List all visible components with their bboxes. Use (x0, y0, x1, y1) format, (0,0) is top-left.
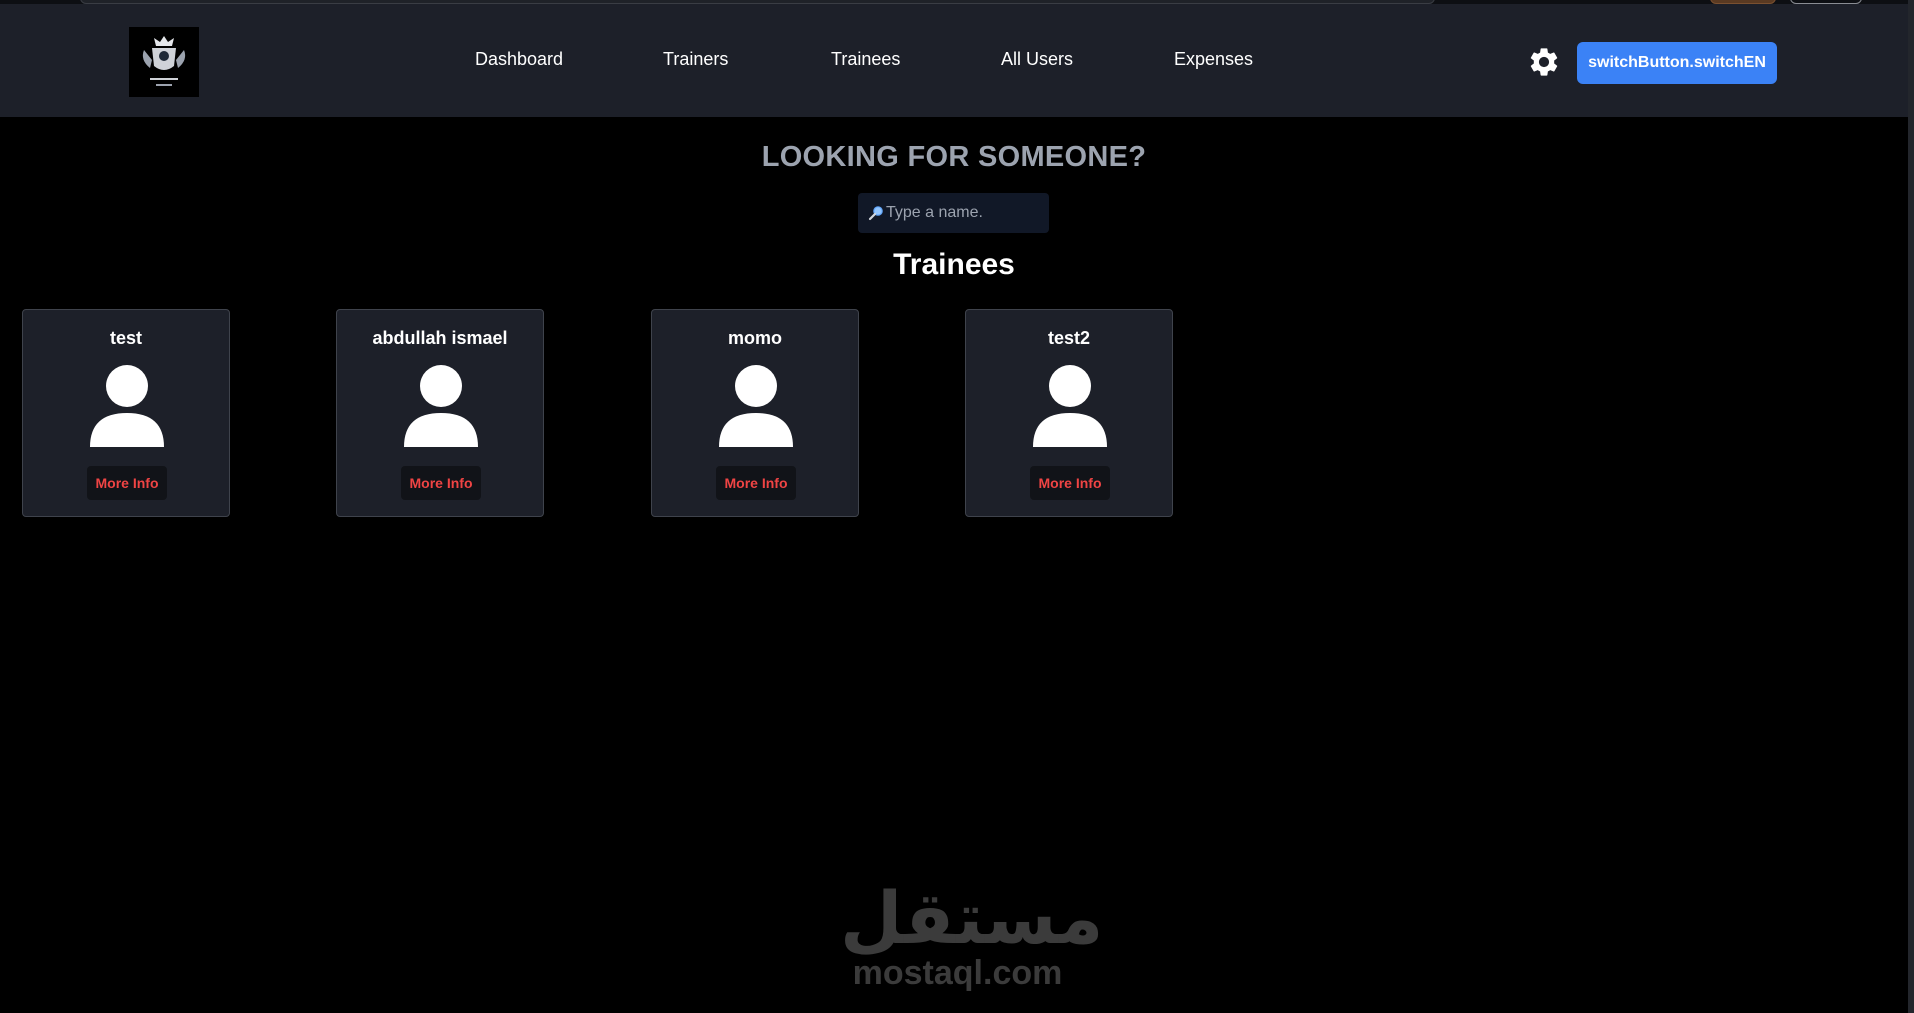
section-title: Trainees (893, 248, 1015, 281)
nav-link-dashboard[interactable]: Dashboard (475, 49, 563, 70)
search-box[interactable] (858, 193, 1049, 233)
logo-emblem-icon (142, 36, 186, 86)
more-info-button[interactable]: More Info (401, 466, 481, 500)
more-info-button[interactable]: More Info (1030, 466, 1110, 500)
trainee-name: momo (728, 328, 782, 348)
nav-link-trainers[interactable]: Trainers (663, 49, 728, 70)
nav-link-trainees[interactable]: Trainees (831, 49, 900, 70)
search-input[interactable] (886, 204, 1036, 222)
watermark-arabic-text: مستقل (840, 876, 1104, 960)
watermark-latin-text: mostaql.com (852, 954, 1063, 992)
trainee-card: abdullah ismael More Info (336, 309, 544, 517)
user-avatar-icon (719, 365, 793, 447)
more-info-button[interactable]: More Info (716, 466, 796, 500)
trainee-card: test More Info (22, 309, 230, 517)
nav-link-all-users[interactable]: All Users (1001, 49, 1073, 70)
nav-link-expenses[interactable]: Expenses (1174, 49, 1253, 70)
gear-icon[interactable] (1527, 45, 1561, 79)
trainee-name: test (109, 328, 142, 348)
magnifier-icon (868, 206, 883, 221)
window-right-edge (1908, 0, 1914, 1013)
top-navbar: Dashboard Trainers Trainees All Users Ex… (0, 4, 1908, 117)
mostaql-watermark: مستقل mostaql.com (840, 876, 1104, 996)
trainee-card: test2 More Info (965, 309, 1173, 517)
user-avatar-icon (90, 365, 164, 447)
user-avatar-icon (1033, 365, 1107, 447)
language-switch-button[interactable]: switchButton.switchEN (1577, 42, 1777, 84)
more-info-button[interactable]: More Info (87, 466, 167, 500)
search-heading: LOOKING FOR SOMEONE? (761, 141, 1147, 173)
user-avatar-icon (404, 365, 478, 447)
trainee-card: momo More Info (651, 309, 859, 517)
gym-logo[interactable] (129, 27, 199, 97)
trainee-name: abdullah ismael (372, 328, 508, 348)
trainee-name: test2 (1047, 328, 1091, 348)
